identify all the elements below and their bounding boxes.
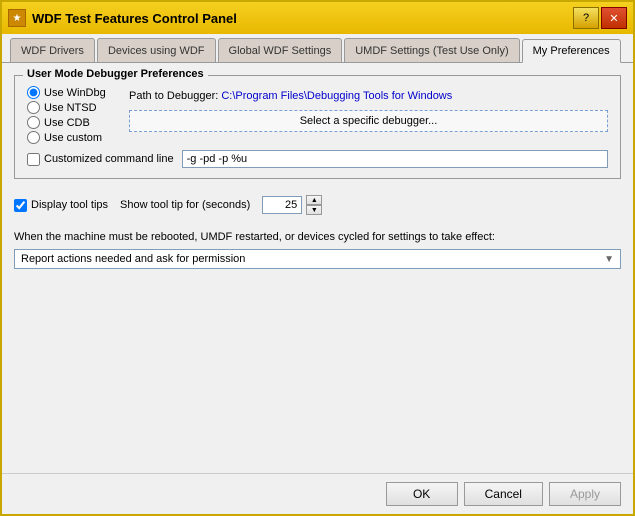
tab-devices-wdf[interactable]: Devices using WDF <box>97 38 216 62</box>
radio-group: Use WinDbg Use NTSD Use CDB Use cus <box>27 86 117 144</box>
cmd-input[interactable] <box>182 150 608 168</box>
cancel-button[interactable]: Cancel <box>464 482 543 506</box>
spacer <box>14 279 621 461</box>
tab-my-preferences[interactable]: My Preferences <box>522 39 621 63</box>
tooltip-row: Display tool tips Show tool tip for (sec… <box>14 189 621 221</box>
reboot-section: When the machine must be rebooted, UMDF … <box>14 231 621 269</box>
radio-windbg-input[interactable] <box>27 86 40 99</box>
spinner-up-button[interactable]: ▲ <box>306 195 322 205</box>
tooltip-seconds-input[interactable] <box>262 196 302 214</box>
spinner-down-button[interactable]: ▼ <box>306 205 322 215</box>
tooltip-seconds-label: Show tool tip for (seconds) <box>120 199 250 211</box>
radio-cdb-input[interactable] <box>27 116 40 129</box>
radio-cdb-label[interactable]: Use CDB <box>44 117 90 129</box>
tab-global-wdf[interactable]: Global WDF Settings <box>218 38 343 62</box>
select-debugger-button[interactable]: Select a specific debugger... <box>129 110 608 132</box>
debugger-path-area: Path to Debugger: C:\Program Files\Debug… <box>129 90 608 102</box>
spinner-group: ▲ ▼ <box>262 195 322 215</box>
apply-button[interactable]: Apply <box>549 482 621 506</box>
cmd-row: Customized command line <box>27 150 608 168</box>
spinner-buttons: ▲ ▼ <box>306 195 322 215</box>
main-window: ★ WDF Test Features Control Panel ? ✕ WD… <box>0 0 635 516</box>
radio-ntsd: Use NTSD <box>27 101 117 114</box>
cmd-checkbox-label[interactable]: Customized command line <box>27 153 174 166</box>
main-content: User Mode Debugger Preferences Use WinDb… <box>2 63 633 514</box>
debugger-path-text: Path to Debugger: C:\Program Files\Debug… <box>129 90 608 102</box>
help-button[interactable]: ? <box>573 7 599 29</box>
tab-umdf-settings[interactable]: UMDF Settings (Test Use Only) <box>344 38 519 62</box>
close-button[interactable]: ✕ <box>601 7 627 29</box>
content-area: User Mode Debugger Preferences Use WinDb… <box>2 63 633 473</box>
tooltip-checkbox[interactable] <box>14 199 27 212</box>
footer: OK Cancel Apply <box>2 473 633 514</box>
ok-button[interactable]: OK <box>386 482 458 506</box>
radio-ntsd-label[interactable]: Use NTSD <box>44 102 97 114</box>
group-label: User Mode Debugger Preferences <box>23 68 208 80</box>
window-title: WDF Test Features Control Panel <box>32 11 237 26</box>
tab-bar: WDF Drivers Devices using WDF Global WDF… <box>2 34 633 63</box>
title-buttons: ? ✕ <box>573 7 627 29</box>
reboot-dropdown[interactable]: Report actions needed and ask for permis… <box>14 249 621 269</box>
radio-custom-input[interactable] <box>27 131 40 144</box>
dropdown-arrow-icon: ▼ <box>604 254 614 265</box>
reboot-label: When the machine must be rebooted, UMDF … <box>14 231 621 243</box>
app-icon: ★ <box>8 9 26 27</box>
debugger-group: User Mode Debugger Preferences Use WinDb… <box>14 75 621 179</box>
radio-windbg: Use WinDbg <box>27 86 117 99</box>
radio-custom: Use custom <box>27 131 117 144</box>
title-bar-left: ★ WDF Test Features Control Panel <box>8 9 237 27</box>
debugger-layout: Use WinDbg Use NTSD Use CDB Use cus <box>27 86 608 144</box>
radio-windbg-label[interactable]: Use WinDbg <box>44 87 106 99</box>
radio-custom-label[interactable]: Use custom <box>44 132 102 144</box>
reboot-option-text: Report actions needed and ask for permis… <box>21 253 245 265</box>
radio-cdb: Use CDB <box>27 116 117 129</box>
radio-ntsd-input[interactable] <box>27 101 40 114</box>
tooltip-checkbox-label[interactable]: Display tool tips <box>14 199 108 212</box>
debugger-path-value: C:\Program Files\Debugging Tools for Win… <box>221 90 452 102</box>
debugger-right: Path to Debugger: C:\Program Files\Debug… <box>129 86 608 144</box>
cmd-checkbox[interactable] <box>27 153 40 166</box>
title-bar: ★ WDF Test Features Control Panel ? ✕ <box>2 2 633 34</box>
tab-wdf-drivers[interactable]: WDF Drivers <box>10 38 95 62</box>
